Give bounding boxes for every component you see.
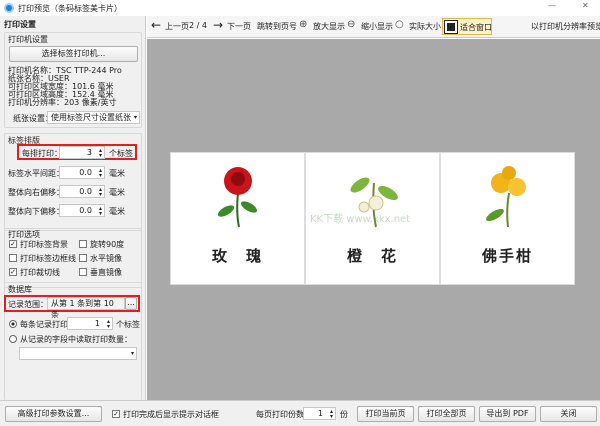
preview-toolbar: ← 上一页 2 / 4 → 下一页 跳转到页号 ⊕ 放大显示 ⊖ 缩小显示 ○ 实际大小 …	[147, 16, 600, 38]
printer-group: 打印机设置 选择标签打印机... 打印机名称：TSC TTP-244 Pro 纸…	[4, 32, 142, 128]
copies-value: 1	[317, 409, 323, 418]
next-label: 下一页	[227, 22, 251, 31]
checkbox-label: 垂直镜像	[90, 268, 122, 277]
layout-group: 标签排版 每排打印： 3 ▴ ▾ 个标签 标签水平间距： 0.0 ▴ ▾ 毫米 整体向右…	[4, 133, 142, 231]
print-all-button[interactable]: 打印全部页	[418, 406, 475, 422]
checkbox[interactable]: ✓	[9, 268, 17, 276]
paper-select[interactable]: 使用标签尺寸设置纸张 ▾	[47, 111, 140, 124]
checkbox-label: 打印裁切线	[20, 268, 60, 277]
zoom-in-icon: ⊕	[299, 19, 308, 30]
title-bar: 打印预览（条码标签美卡片） — ✕	[0, 0, 600, 16]
preview-mode-label: 以打印机分辨率预览	[531, 22, 600, 31]
offset-right-input[interactable]: 0.0 ▴ ▾	[59, 185, 105, 198]
fit-window-label: 适合窗口	[460, 23, 492, 32]
export-pdf-button[interactable]: 导出到 PDF	[479, 406, 536, 422]
checkbox[interactable]	[79, 268, 87, 276]
checkbox[interactable]	[9, 254, 17, 262]
checkbox-label: 打印标签背景	[20, 240, 68, 249]
print-current-button[interactable]: 打印当前页	[357, 406, 414, 422]
field-select[interactable]: ▾	[19, 347, 137, 360]
close-button[interactable]: 关闭	[540, 406, 597, 422]
per-record-input[interactable]: 1 ▴ ▾	[67, 317, 113, 330]
radio-from-field-label: 从记录的字段中读取打印数量：	[20, 335, 132, 344]
per-record-unit: 个标签	[116, 320, 140, 329]
offset-down-value: 0.0	[79, 206, 92, 215]
fit-window-button[interactable]: 适合窗口	[442, 18, 492, 35]
group-title: 打印机设置	[8, 35, 48, 44]
database-group: 数据库 记录范围： 从第 1 条到第 10 条 ... 每条记录打印 1 ▴ ▾ 个…	[4, 282, 142, 400]
offset-right-unit: 毫米	[109, 188, 125, 197]
actual-size-label: 实际大小	[409, 22, 441, 31]
magnifier-icon: ○	[395, 19, 404, 30]
label-card-rose: 玫 瑰	[170, 152, 305, 285]
copies-input[interactable]: 1 ▴ ▾	[303, 407, 336, 420]
panel-header: 打印设置	[4, 20, 36, 29]
per-row-value: 3	[86, 148, 92, 157]
preview-mode-dropdown[interactable]: 以打印机分辨率预览 ▾	[531, 21, 600, 32]
checkbox[interactable]	[79, 254, 87, 262]
printer-dpi: 打印机分辨率：203 像素/英寸	[8, 98, 117, 107]
h-gap-input[interactable]: 0.0 ▴ ▾	[59, 166, 105, 179]
checkbox-label: 水平镜像	[90, 254, 122, 263]
bottom-bar: 高级打印参数设置... ✓ 打印完成后显示提示对话框 每页打印份数： 1 ▴ ▾ 份…	[0, 400, 600, 426]
zoom-in-label: 放大显示	[313, 22, 345, 31]
show-dialog-checkbox[interactable]: ✓	[112, 410, 120, 418]
prev-label: 上一页	[165, 22, 189, 31]
h-gap-unit: 毫米	[109, 169, 125, 178]
label-card-bergamot: 佛手柑	[440, 152, 575, 285]
range-value: 从第 1 条到第 10 条	[51, 299, 114, 319]
per-record-value: 1	[94, 319, 100, 328]
radio-per-record[interactable]	[9, 320, 17, 328]
checkbox-label: 旋转90度	[90, 240, 125, 249]
rose-image	[217, 167, 258, 228]
group-title: 数据库	[8, 285, 32, 294]
options-group: 打印选项 ✓ 打印标签背景 旋转90度 打印标签边框线 水平镜像 ✓ 打印裁切线 垂…	[4, 228, 142, 288]
offset-down-label: 整体向下偏移：	[8, 207, 64, 216]
checkbox[interactable]: ✓	[9, 240, 17, 248]
range-button[interactable]: ...	[125, 297, 137, 310]
per-row-unit: 个标签	[109, 149, 133, 158]
per-row-input[interactable]: 3 ▴ ▾	[59, 146, 105, 159]
goto-page-button[interactable]: 跳转到页号	[257, 21, 297, 32]
offset-right-value: 0.0	[79, 187, 92, 196]
h-gap-value: 0.0	[79, 168, 92, 177]
offset-down-input[interactable]: 0.0 ▴ ▾	[59, 204, 105, 217]
minimize-button[interactable]: —	[548, 1, 556, 10]
checkbox-label: 打印标签边框线	[20, 254, 76, 263]
arrow-left-icon: ←	[151, 18, 162, 32]
print-settings-panel: 打印设置 打印机设置 选择标签打印机... 打印机名称：TSC TTP-244 …	[0, 16, 146, 400]
radio-from-field[interactable]	[9, 335, 17, 343]
offset-down-unit: 毫米	[109, 207, 125, 216]
fit-window-icon	[444, 20, 458, 34]
offset-right-label: 整体向右偏移：	[8, 188, 64, 197]
label-text: 佛手柑	[481, 247, 533, 265]
bergamot-image	[486, 166, 526, 228]
window-title: 打印预览（条码标签美卡片）	[18, 4, 122, 13]
select-printer-button[interactable]: 选择标签打印机...	[9, 46, 138, 62]
page-indicator: 2 / 4	[189, 21, 207, 30]
show-dialog-label: 打印完成后显示提示对话框	[123, 410, 219, 419]
per-row-label: 每排打印：	[22, 149, 62, 158]
app-icon	[4, 3, 14, 13]
copies-unit: 份	[340, 410, 348, 419]
close-window-button[interactable]: ✕	[582, 1, 589, 10]
arrow-right-icon: →	[213, 18, 224, 32]
paper-value: 使用标签尺寸设置纸张	[51, 113, 131, 122]
zoom-out-label: 缩小显示	[361, 22, 393, 31]
range-label: 记录范围：	[8, 300, 48, 309]
range-input[interactable]: 从第 1 条到第 10 条	[47, 297, 125, 319]
label-text: 橙 花	[346, 247, 398, 265]
checkbox[interactable]	[79, 240, 87, 248]
advanced-settings-button[interactable]: 高级打印参数设置...	[5, 406, 102, 422]
radio-per-record-label: 每条记录打印	[20, 320, 68, 329]
label-text: 玫 瑰	[211, 247, 263, 265]
watermark: KK下载 www.kkx.net	[310, 214, 411, 225]
h-gap-label: 标签水平间距：	[8, 169, 64, 178]
zoom-out-icon: ⊖	[347, 19, 356, 30]
